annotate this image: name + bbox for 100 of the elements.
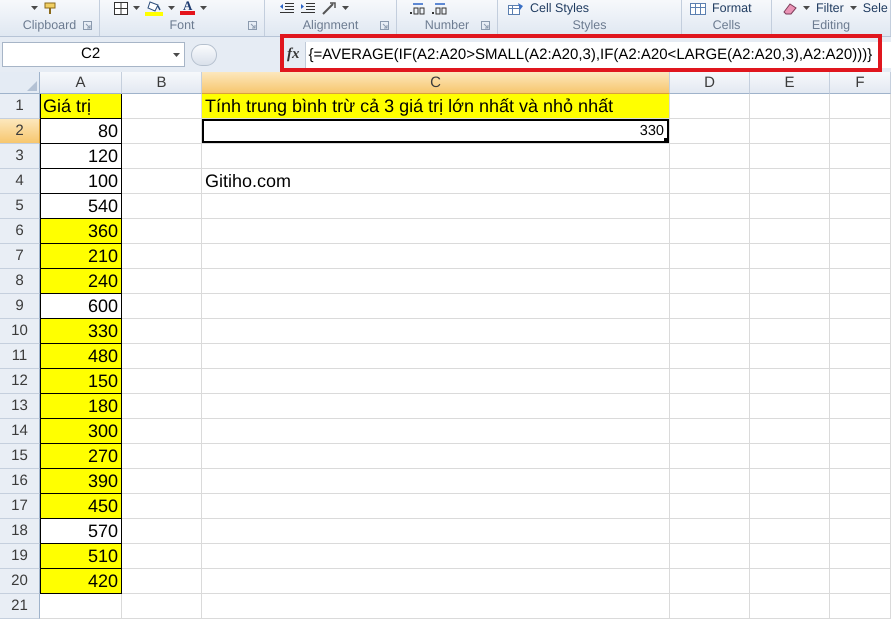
empty-cell[interactable] xyxy=(830,394,891,419)
sheet-cell[interactable]: 210 xyxy=(40,244,122,269)
empty-cell[interactable] xyxy=(202,469,670,494)
row-header[interactable]: 12 xyxy=(0,369,40,394)
sheet-cell[interactable]: Tính trung bình trừ cả 3 giá trị lớn nhất và nhỏ nhất xyxy=(202,94,670,119)
column-header[interactable]: B xyxy=(122,72,202,94)
sheet-cell[interactable]: 100 xyxy=(40,169,122,194)
caret-icon[interactable] xyxy=(803,6,810,10)
empty-cell[interactable] xyxy=(830,494,891,519)
caret-icon[interactable] xyxy=(850,6,857,10)
row-header[interactable]: 5 xyxy=(0,194,40,219)
row-header[interactable]: 11 xyxy=(0,344,40,369)
empty-cell[interactable] xyxy=(670,594,750,619)
empty-cell[interactable] xyxy=(202,594,670,619)
decrease-indent-icon[interactable] xyxy=(279,2,295,14)
name-box[interactable]: C2 xyxy=(2,42,185,67)
eraser-icon[interactable] xyxy=(782,2,798,14)
empty-cell[interactable] xyxy=(202,394,670,419)
column-header[interactable]: E xyxy=(750,72,830,94)
empty-cell[interactable] xyxy=(670,369,750,394)
corner-arrow-icon[interactable] xyxy=(481,20,490,30)
empty-cell[interactable] xyxy=(202,569,670,594)
empty-cell[interactable] xyxy=(670,419,750,444)
empty-cell[interactable] xyxy=(830,319,891,344)
empty-cell[interactable] xyxy=(830,119,891,144)
empty-cell[interactable] xyxy=(670,444,750,469)
empty-cell[interactable] xyxy=(830,594,891,619)
empty-cell[interactable] xyxy=(670,169,750,194)
empty-cell[interactable] xyxy=(830,244,891,269)
empty-cell[interactable] xyxy=(750,469,830,494)
empty-cell[interactable] xyxy=(202,494,670,519)
empty-cell[interactable] xyxy=(750,169,830,194)
row-header[interactable]: 18 xyxy=(0,519,40,544)
paintbrush-icon[interactable] xyxy=(43,1,57,15)
empty-cell[interactable] xyxy=(750,94,830,119)
sheet-cell[interactable]: 480 xyxy=(40,344,122,369)
row-header[interactable]: 4 xyxy=(0,169,40,194)
row-header[interactable]: 9 xyxy=(0,294,40,319)
empty-cell[interactable] xyxy=(830,569,891,594)
empty-cell[interactable] xyxy=(670,194,750,219)
empty-cell[interactable] xyxy=(830,369,891,394)
empty-cell[interactable] xyxy=(750,244,830,269)
empty-cell[interactable] xyxy=(202,219,670,244)
row-header[interactable]: 13 xyxy=(0,394,40,419)
sheet-cell[interactable]: Giá trị xyxy=(40,94,122,119)
increase-indent-icon[interactable] xyxy=(300,2,316,14)
empty-cell[interactable] xyxy=(670,144,750,169)
grid-icon[interactable] xyxy=(114,2,128,14)
sheet-cell[interactable]: 180 xyxy=(40,394,122,419)
empty-cell[interactable] xyxy=(750,194,830,219)
empty-cell[interactable] xyxy=(202,444,670,469)
caret-icon[interactable] xyxy=(200,6,208,10)
empty-cell[interactable] xyxy=(202,419,670,444)
sheet-cell[interactable]: 240 xyxy=(40,269,122,294)
empty-cell[interactable] xyxy=(202,269,670,294)
empty-cell[interactable] xyxy=(830,344,891,369)
empty-cell[interactable] xyxy=(750,594,830,619)
empty-cell[interactable] xyxy=(670,269,750,294)
select-all-icon[interactable] xyxy=(27,81,37,91)
sheet-cell[interactable]: Gitiho.com xyxy=(202,169,670,194)
ribbon-button[interactable]: Filter xyxy=(815,1,845,15)
empty-cell[interactable] xyxy=(750,569,830,594)
empty-cell[interactable] xyxy=(670,519,750,544)
sheet-cell[interactable]: 450 xyxy=(40,494,122,519)
empty-cell[interactable] xyxy=(202,144,670,169)
paint-bucket-icon[interactable] xyxy=(145,0,163,16)
empty-cell[interactable] xyxy=(750,444,830,469)
formula-field[interactable]: {=AVERAGE(IF(A2:A20>SMALL(A2:A20,3),IF(A2:A20<LARGE(A2:A20,3),A2:A20)))} xyxy=(304,42,891,68)
empty-cell[interactable] xyxy=(750,519,830,544)
empty-cell[interactable] xyxy=(670,494,750,519)
row-header[interactable]: 7 xyxy=(0,244,40,269)
empty-cell[interactable] xyxy=(202,294,670,319)
empty-cell[interactable] xyxy=(750,119,830,144)
row-header[interactable]: 10 xyxy=(0,319,40,344)
empty-cell[interactable] xyxy=(830,519,891,544)
ribbon-button[interactable]: Format xyxy=(711,1,753,15)
empty-cell[interactable] xyxy=(830,219,891,244)
empty-cell[interactable] xyxy=(830,194,891,219)
row-header[interactable]: 20 xyxy=(0,569,40,594)
empty-cell[interactable] xyxy=(750,419,830,444)
empty-cell[interactable] xyxy=(670,569,750,594)
empty-cell[interactable] xyxy=(830,144,891,169)
caret-icon[interactable] xyxy=(168,6,175,10)
sheet-cell[interactable]: 150 xyxy=(40,369,122,394)
row-header[interactable]: 8 xyxy=(0,269,40,294)
empty-cell[interactable] xyxy=(830,419,891,444)
caret-icon[interactable] xyxy=(31,6,38,10)
column-header[interactable]: D xyxy=(670,72,750,94)
empty-cell[interactable] xyxy=(670,219,750,244)
empty-cell[interactable] xyxy=(830,269,891,294)
caret-icon[interactable] xyxy=(133,6,140,10)
diagonal-arrow-icon[interactable] xyxy=(321,0,337,16)
empty-cell[interactable] xyxy=(750,294,830,319)
row-header[interactable]: 17 xyxy=(0,494,40,519)
ribbon-button[interactable]: Sele xyxy=(862,1,889,15)
empty-cell[interactable] xyxy=(750,144,830,169)
empty-cell[interactable] xyxy=(750,394,830,419)
corner-arrow-icon[interactable] xyxy=(83,20,92,30)
empty-cell[interactable] xyxy=(202,544,670,569)
empty-cell[interactable] xyxy=(830,544,891,569)
